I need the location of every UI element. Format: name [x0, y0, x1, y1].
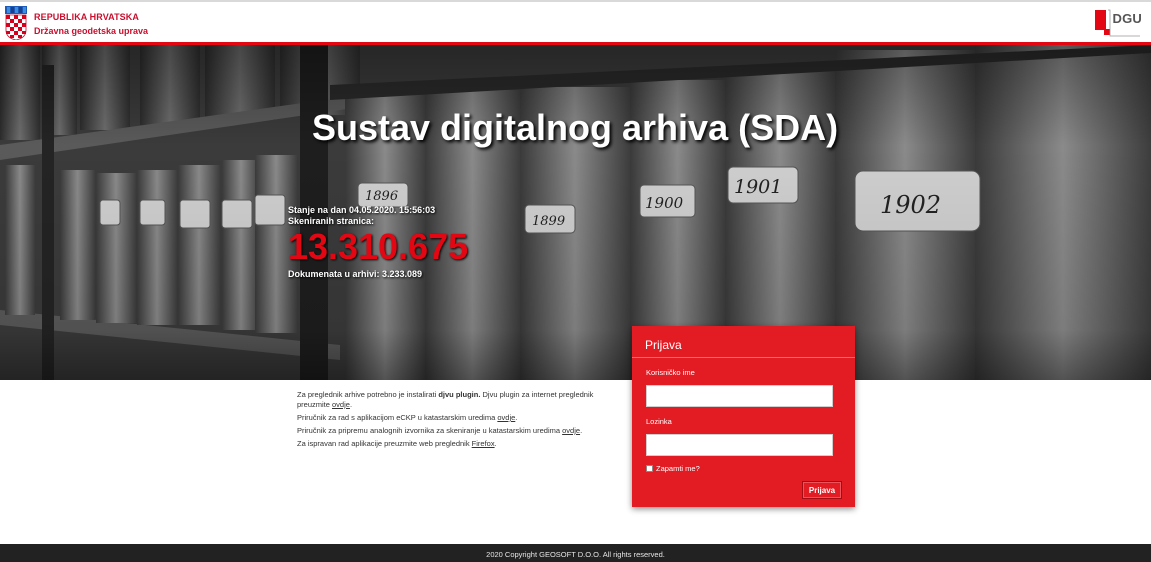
brand-country: REPUBLIKA HRVATSKA: [34, 12, 139, 22]
password-label: Lozinka: [646, 417, 672, 426]
archive-stats: Stanje na dan 04.05.2020. 15:56:03 Skeni…: [288, 205, 468, 280]
info-text: Za ispravan rad aplikacije preuzmite web…: [297, 439, 472, 448]
djvu-plugin-link[interactable]: ovdje: [332, 400, 350, 409]
scanning-manual-link[interactable]: ovdje: [562, 426, 580, 435]
site-header: REPUBLIKA HRVATSKA Državna geodetska upr…: [0, 0, 1151, 42]
login-submit-button[interactable]: Prijava: [802, 481, 842, 499]
remember-me[interactable]: Zapamti me?: [646, 464, 700, 473]
info-notes: Za preglednik arhive potrebno je instali…: [297, 390, 617, 452]
password-input[interactable]: [646, 434, 833, 456]
site-footer: 2020 Copyright GEOSOFT D.O.O. All rights…: [0, 544, 1151, 562]
documents-count: Dokumenata u arhivi: 3.233.089: [288, 269, 423, 279]
page-title: Sustav digitalnog arhiva (SDA): [312, 107, 839, 148]
info-text: .: [580, 426, 583, 435]
archive-shelves-background: 1896 1899 1900 1901 1902: [0, 45, 1151, 380]
info-djvu-plugin: Za preglednik arhive potrebno je instali…: [297, 390, 617, 410]
info-text: Priručnik za pripremu analognih izvornik…: [297, 426, 563, 435]
info-eckp-manual: Priručnik za rad s aplikacijom eCKP u ka…: [297, 413, 617, 423]
remember-me-checkbox[interactable]: [646, 465, 653, 472]
info-firefox: Za ispravan rad aplikacije preuzmite web…: [297, 439, 617, 449]
login-title: Prijava: [645, 338, 682, 352]
username-input[interactable]: [646, 385, 833, 407]
login-panel: Prijava Korisničko ime Lozinka Zapamti m…: [632, 326, 855, 507]
croatian-coat-of-arms-icon: [5, 6, 27, 40]
info-bold-text: djvu plugin.: [438, 390, 481, 399]
info-text: .: [494, 439, 497, 448]
eckp-manual-link[interactable]: ovdje: [497, 413, 515, 422]
copyright-text: 2020 Copyright GEOSOFT D.O.O. All rights…: [486, 550, 665, 559]
info-text: .: [515, 413, 518, 422]
info-text: .: [349, 400, 353, 409]
brand-agency: Državna geodetska uprava: [34, 26, 149, 36]
remember-me-label: Zapamti me?: [656, 464, 700, 473]
info-scanning-manual: Priručnik za pripremu analognih izvornik…: [297, 426, 617, 436]
login-divider: [632, 357, 855, 358]
info-text: Za preglednik arhive potrebno je instali…: [297, 390, 439, 399]
stats-date: Stanje na dan 04.05.2020. 15:56:03: [288, 205, 436, 215]
dgu-logo-text: DGU: [1112, 11, 1142, 26]
scanned-pages-count: 13.310.675: [288, 226, 469, 267]
firefox-link[interactable]: Firefox: [472, 439, 495, 448]
username-label: Korisničko ime: [646, 368, 695, 377]
info-text: Priručnik za rad s aplikacijom eCKP u ka…: [297, 413, 498, 422]
hero-banner: 1896 1899 1900 1901 1902 Sustav digitaln…: [0, 45, 1151, 380]
